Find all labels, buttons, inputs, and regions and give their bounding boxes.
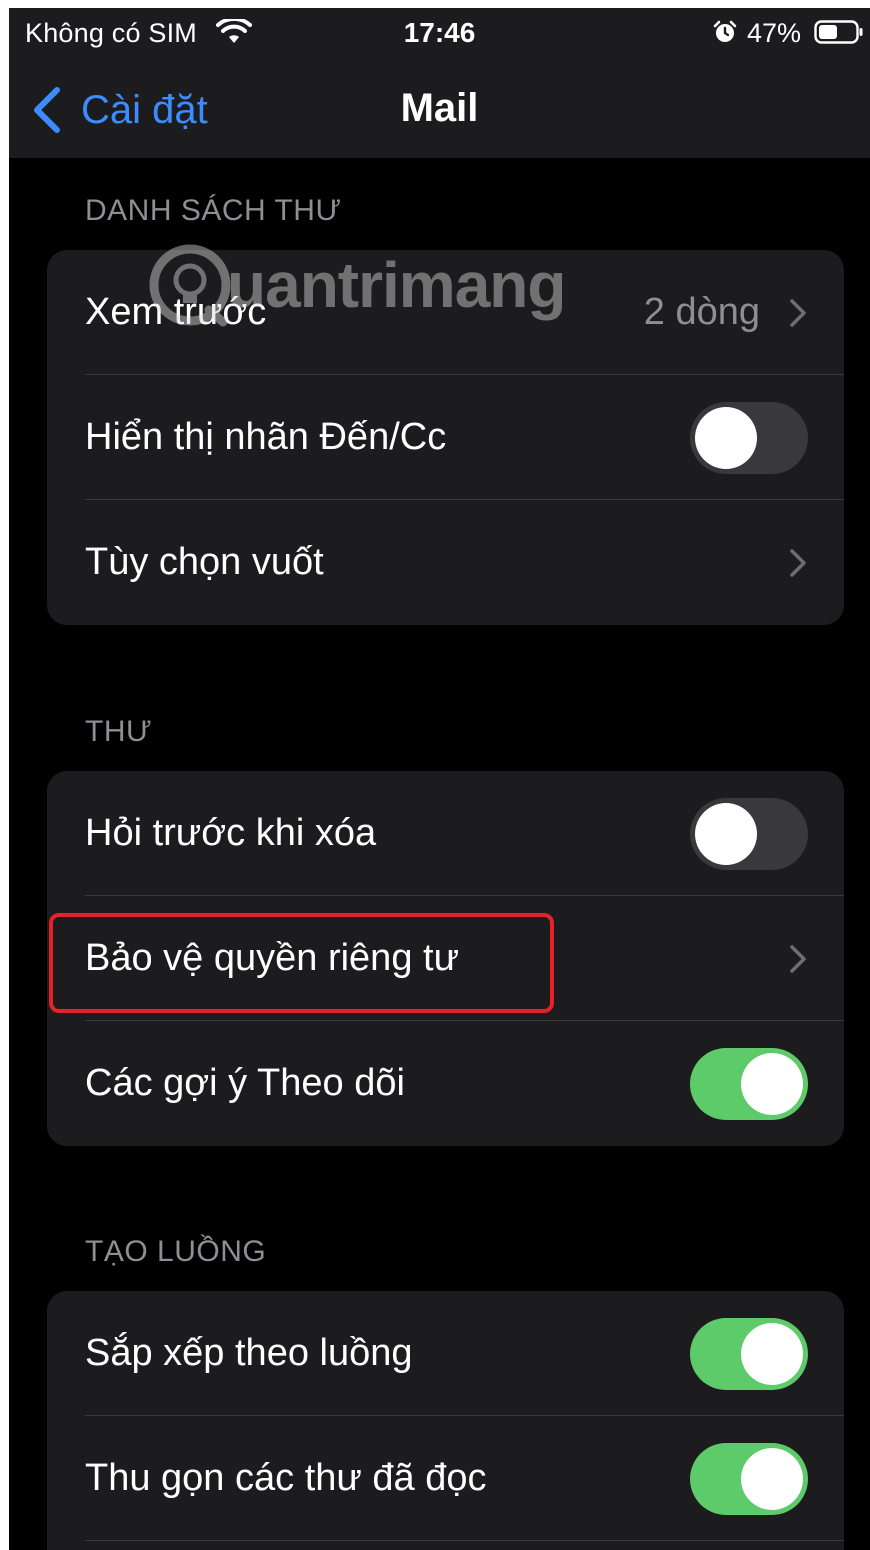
row-label: Thu gọn các thư đã đọc bbox=[85, 1457, 487, 1499]
toggle-knob bbox=[741, 1052, 803, 1115]
status-bar: Không có SIM 17:46 47% bbox=[9, 8, 870, 58]
toggle-knob bbox=[695, 406, 757, 469]
toggle-switch[interactable] bbox=[690, 1317, 808, 1390]
row-label: Hiển thị nhãn Đến/Cc bbox=[85, 416, 447, 458]
row-label: Các gợi ý Theo dõi bbox=[85, 1062, 405, 1104]
row-label: Bảo vệ quyền riêng tư bbox=[85, 937, 460, 979]
row-collapse-read-messages: Thu gọn các thư đã đọc bbox=[47, 1416, 844, 1541]
row-organize-by-thread: Sắp xếp theo luồng bbox=[47, 1291, 844, 1416]
toggle-knob bbox=[695, 802, 757, 865]
battery-percent: 47% bbox=[747, 18, 802, 48]
clock: 17:46 bbox=[403, 17, 476, 48]
settings-group-message-list: Xem trước 2 dòng Hiển thị nhãn Đến/Cc Tù… bbox=[47, 250, 844, 625]
toggle-knob bbox=[741, 1322, 803, 1385]
section-header-messages: THƯ bbox=[85, 715, 153, 748]
chevron-right-icon bbox=[790, 298, 806, 327]
page-title: Mail bbox=[400, 86, 479, 130]
chevron-right-icon bbox=[790, 944, 806, 973]
row-label: Sắp xếp theo luồng bbox=[85, 1332, 413, 1374]
mail-settings-screen: Không có SIM 17:46 47% Cài đặt Mail DANH bbox=[9, 8, 870, 1550]
alarm-icon bbox=[713, 20, 737, 42]
row-label: Hỏi trước khi xóa bbox=[85, 812, 377, 854]
section-header-message-list: DANH SÁCH THƯ bbox=[85, 194, 342, 227]
row-preview[interactable]: Xem trước 2 dòng bbox=[47, 250, 844, 375]
chevron-right-icon bbox=[790, 548, 806, 577]
toggle-switch[interactable] bbox=[690, 401, 808, 474]
battery-icon bbox=[814, 20, 863, 44]
row-show-to-cc-labels: Hiển thị nhãn Đến/Cc bbox=[47, 375, 844, 500]
row-swipe-options[interactable]: Tùy chọn vuốt bbox=[47, 500, 844, 625]
toggle-switch[interactable] bbox=[690, 797, 808, 870]
row-ask-before-deleting: Hỏi trước khi xóa bbox=[47, 771, 844, 896]
toggle-knob bbox=[741, 1447, 803, 1510]
toggle-switch[interactable] bbox=[690, 1047, 808, 1120]
row-label: Tùy chọn vuốt bbox=[85, 541, 324, 583]
settings-group-threading: Sắp xếp theo luồng Thu gọn các thư đã đọ… bbox=[47, 1291, 844, 1550]
row-value: 2 dòng bbox=[643, 291, 760, 333]
settings-group-messages: Hỏi trước khi xóa Bảo vệ quyền riêng tư … bbox=[47, 771, 844, 1146]
navigation-bar: Cài đặt Mail bbox=[9, 58, 870, 158]
section-header-threading: TẠO LUỒNG bbox=[85, 1235, 267, 1268]
row-privacy-protection[interactable]: Bảo vệ quyền riêng tư bbox=[47, 896, 844, 1021]
toggle-switch[interactable] bbox=[690, 1442, 808, 1515]
row-follow-up-suggestions: Các gợi ý Theo dõi bbox=[47, 1021, 844, 1146]
row-label: Xem trước bbox=[85, 291, 267, 333]
